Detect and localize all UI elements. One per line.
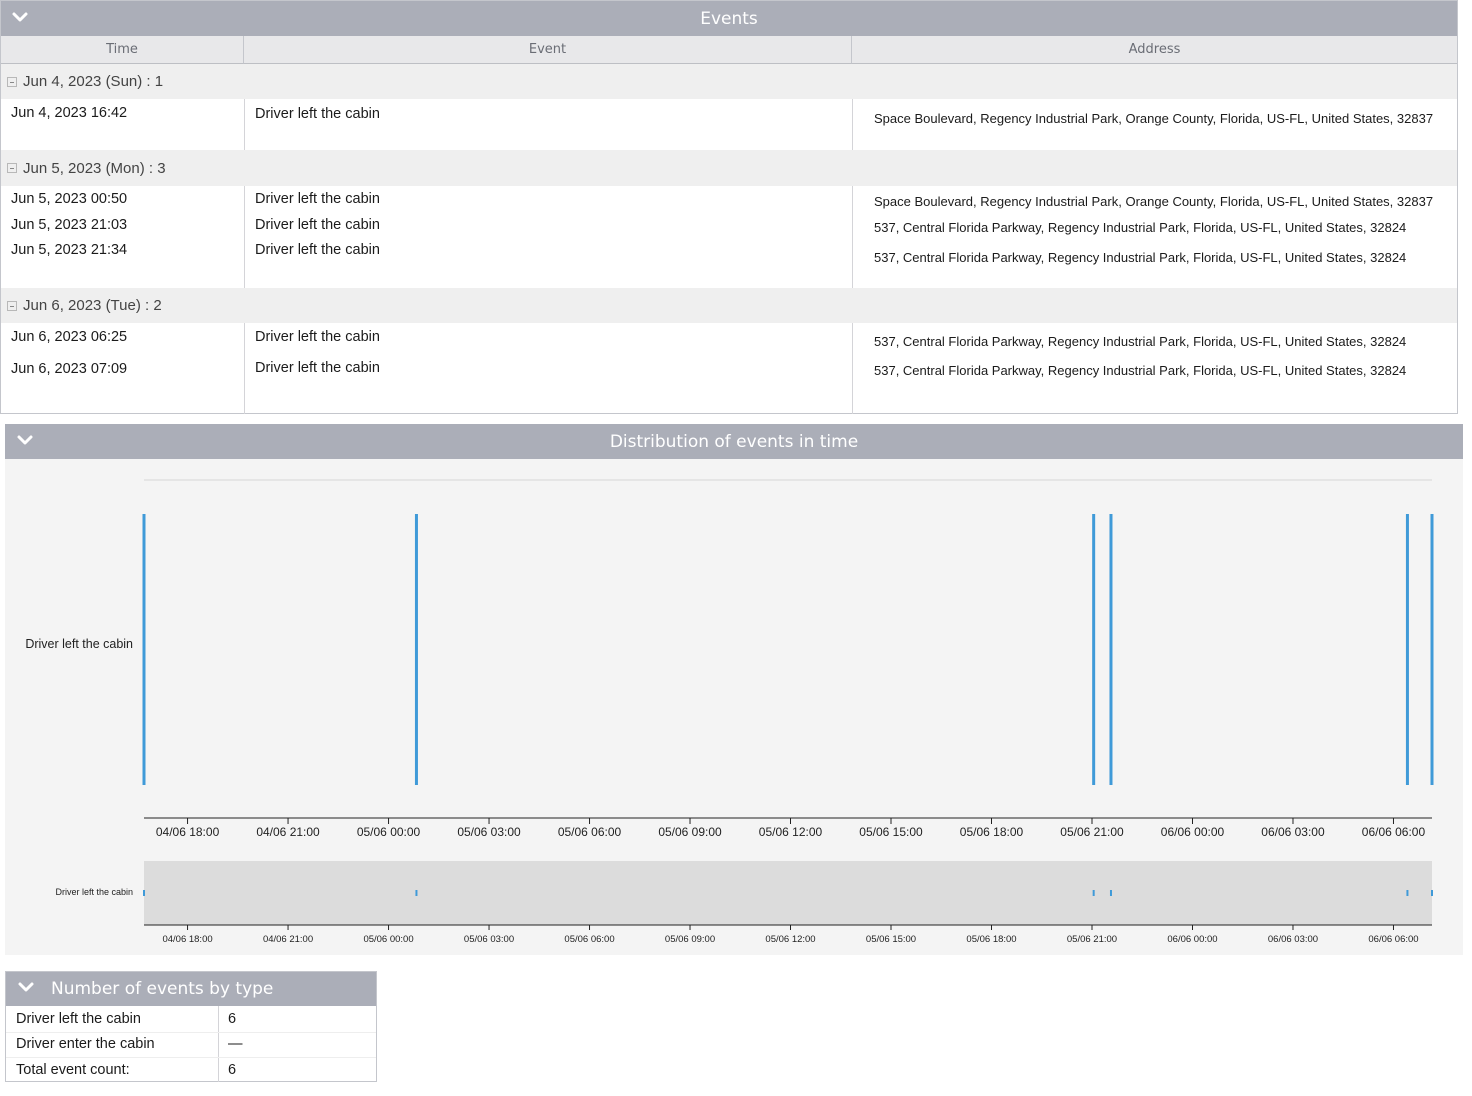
chevron-down-icon[interactable] xyxy=(9,6,31,28)
group-label: Jun 6, 2023 (Tue) : 2 xyxy=(23,297,162,314)
x-tick-label: 05/06 00:00 xyxy=(357,825,421,839)
count-value: — xyxy=(228,1036,243,1052)
x-tick-label: 06/06 00:00 xyxy=(1161,825,1225,839)
event-name: Driver left the cabin xyxy=(255,242,380,258)
collapse-icon[interactable] xyxy=(7,300,17,311)
navigator-tick-label: 06/06 06:00 xyxy=(1368,934,1418,945)
x-tick-label: 06/06 03:00 xyxy=(1261,825,1325,839)
event-name: Driver left the cabin xyxy=(255,217,380,233)
x-tick-label: 04/06 18:00 xyxy=(156,825,220,839)
event-name: Driver left the cabin xyxy=(255,360,380,376)
group-header-jun-4[interactable]: Jun 4, 2023 (Sun) : 1 xyxy=(1,64,1457,99)
events-panel: Events Time Event Address Jun 4, 2023 (S… xyxy=(0,0,1458,414)
event-name: Driver left the cabin xyxy=(255,329,380,345)
events-panel-header[interactable]: Events xyxy=(1,1,1457,36)
distribution-panel: Distribution of events in time Driver le… xyxy=(5,424,1463,955)
count-row: Driver left the cabin 6 xyxy=(6,1007,376,1032)
navigator-tick-label: 05/06 09:00 xyxy=(665,934,715,945)
chevron-down-icon[interactable] xyxy=(14,429,36,451)
events-panel-title: Events xyxy=(700,8,758,29)
navigator-tick-label: 06/06 00:00 xyxy=(1167,934,1217,945)
count-label: Driver enter the cabin xyxy=(16,1036,155,1052)
event-address: Space Boulevard, Regency Industrial Park… xyxy=(874,111,1434,126)
count-panel-title: Number of events by type xyxy=(51,979,274,999)
navigator-tick-label: 05/06 12:00 xyxy=(765,934,815,945)
column-divider xyxy=(244,323,245,414)
navigator-tick-label: 04/06 18:00 xyxy=(162,934,212,945)
count-panel: Number of events by type Driver left the… xyxy=(5,971,377,1082)
collapse-icon[interactable] xyxy=(7,76,17,87)
navigator-tick-label: 05/06 21:00 xyxy=(1067,934,1117,945)
navigator-tick-label: 05/06 06:00 xyxy=(564,934,614,945)
group-header-jun-6[interactable]: Jun 6, 2023 (Tue) : 2 xyxy=(1,288,1457,323)
event-time: Jun 5, 2023 21:34 xyxy=(11,242,128,258)
navigator-tick-label: 06/06 03:00 xyxy=(1268,934,1318,945)
column-divider xyxy=(852,323,853,414)
chevron-down-icon[interactable] xyxy=(15,976,37,998)
column-divider xyxy=(244,186,245,288)
event-time: Jun 6, 2023 06:25 xyxy=(11,329,128,345)
count-label: Total event count: xyxy=(16,1062,130,1078)
column-divider xyxy=(852,99,853,150)
x-tick-label: 05/06 21:00 xyxy=(1060,825,1124,839)
navigator-tick-label: 04/06 21:00 xyxy=(263,934,313,945)
column-header-time[interactable]: Time xyxy=(1,36,244,64)
x-tick-label: 05/06 06:00 xyxy=(558,825,622,839)
count-row: Total event count: 6 xyxy=(6,1058,376,1083)
event-timeline-chart[interactable]: Driver left the cabin 04/06 18:00 04/06 21… xyxy=(5,459,1463,955)
group-label: Jun 5, 2023 (Mon) : 3 xyxy=(23,159,166,177)
event-address: 537, Central Florida Parkway, Regency In… xyxy=(874,363,1407,378)
event-address: Space Boulevard, Regency Industrial Park… xyxy=(874,194,1434,209)
column-header-event[interactable]: Event xyxy=(244,36,852,64)
x-tick-label: 05/06 18:00 xyxy=(960,825,1024,839)
event-address: 537, Central Florida Parkway, Regency In… xyxy=(874,334,1407,349)
x-tick-label: 04/06 21:00 xyxy=(256,825,320,839)
event-time: Jun 6, 2023 07:09 xyxy=(11,361,128,377)
event-address: 537, Central Florida Parkway, Regency In… xyxy=(874,220,1407,235)
count-label: Driver left the cabin xyxy=(16,1011,141,1027)
x-tick-label: 05/06 12:00 xyxy=(759,825,823,839)
x-tick-label: 06/06 06:00 xyxy=(1362,825,1426,839)
event-name: Driver left the cabin xyxy=(255,191,380,207)
collapse-icon[interactable] xyxy=(7,163,17,173)
distribution-panel-header[interactable]: Distribution of events in time xyxy=(5,424,1463,459)
navigator-tick-label: 05/06 15:00 xyxy=(866,934,916,945)
group-label: Jun 4, 2023 (Sun) : 1 xyxy=(23,73,164,90)
x-tick-label: 05/06 09:00 xyxy=(658,825,722,839)
column-divider xyxy=(244,99,245,150)
event-time: Jun 4, 2023 16:42 xyxy=(11,105,128,121)
event-time: Jun 5, 2023 00:50 xyxy=(11,191,128,207)
count-value: 6 xyxy=(228,1011,237,1027)
navigator-tick-label: 05/06 18:00 xyxy=(966,934,1016,945)
navigator-tick-label: 05/06 03:00 xyxy=(464,934,514,945)
column-header-address[interactable]: Address xyxy=(852,36,1457,64)
navigator-tick-label: 05/06 00:00 xyxy=(363,934,413,945)
navigator-category-label: Driver left the cabin xyxy=(55,887,133,897)
column-divider xyxy=(852,186,853,288)
event-address: 537, Central Florida Parkway, Regency In… xyxy=(874,250,1407,265)
count-value: 6 xyxy=(228,1062,237,1078)
navigator-background xyxy=(144,861,1432,925)
event-time: Jun 5, 2023 21:03 xyxy=(11,217,128,233)
distribution-panel-title: Distribution of events in time xyxy=(609,431,859,452)
count-row: Driver enter the cabin — xyxy=(6,1032,376,1057)
group-header-jun-5[interactable]: Jun 5, 2023 (Mon) : 3 xyxy=(1,150,1457,186)
y-category-label: Driver left the cabin xyxy=(25,637,133,651)
count-panel-header[interactable]: Number of events by type xyxy=(6,972,376,1006)
x-tick-label: 05/06 03:00 xyxy=(457,825,521,839)
x-tick-label: 05/06 15:00 xyxy=(859,825,923,839)
event-name: Driver left the cabin xyxy=(255,106,380,122)
